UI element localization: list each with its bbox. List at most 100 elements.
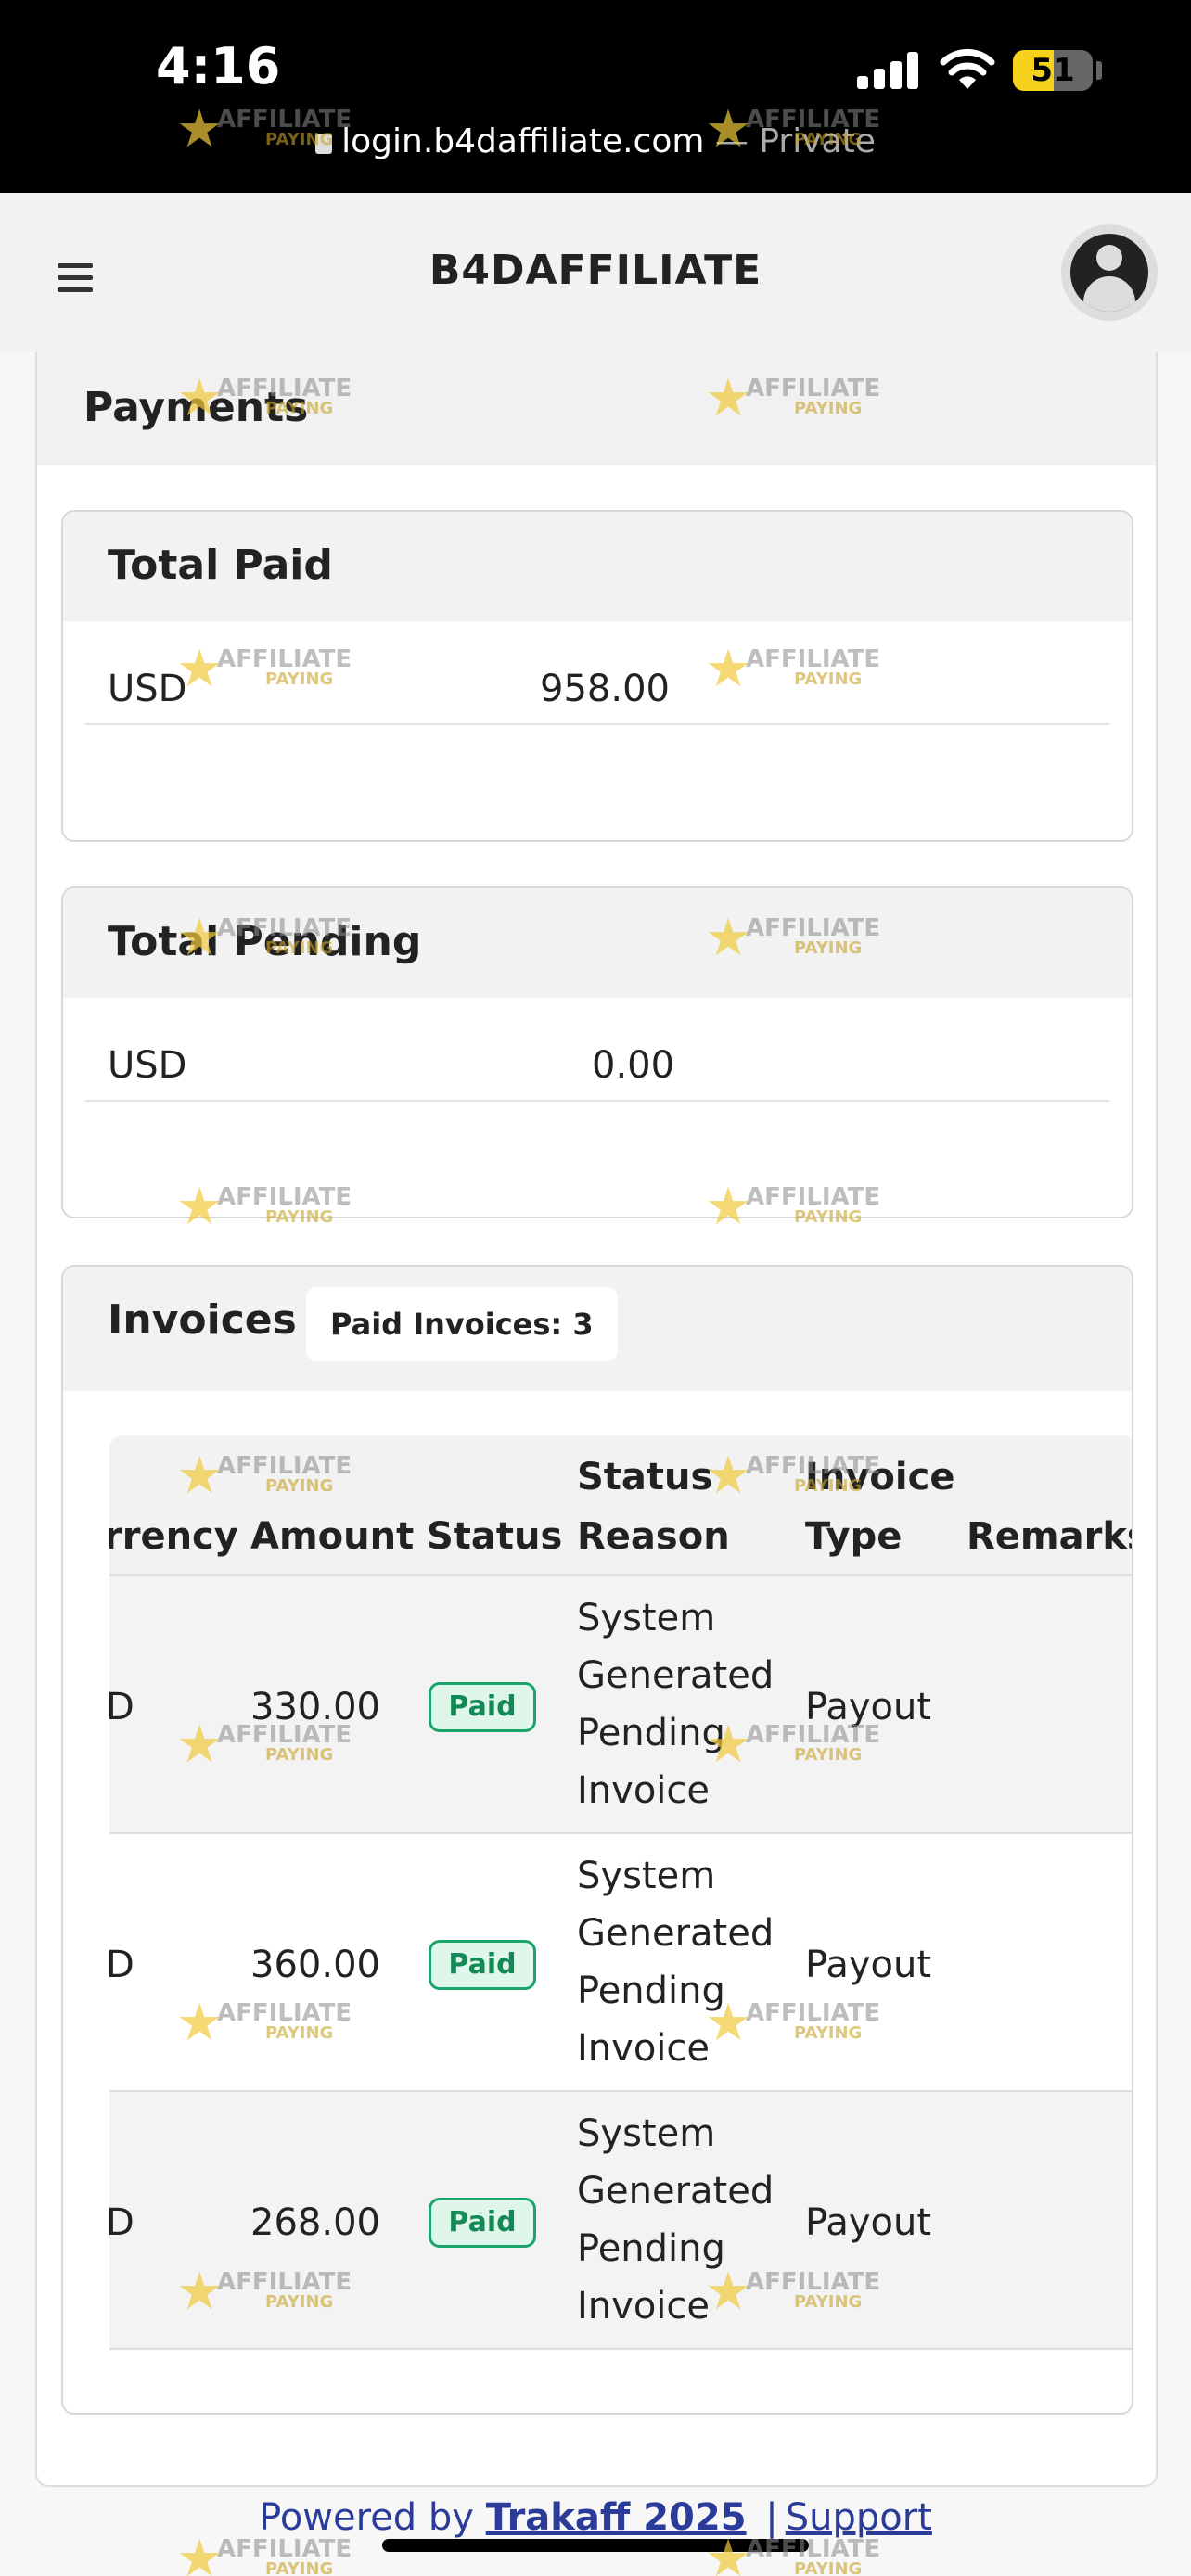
star-icon: ★ — [176, 908, 224, 968]
watermark-logo: ★ AFFILIATE PAYING — [176, 2263, 358, 2320]
star-icon: ★ — [176, 1715, 224, 1775]
watermark-line2: PAYING — [265, 1745, 334, 1765]
row-reason-line: Invoice — [577, 1769, 711, 1812]
row-amount: 360.00 — [250, 1944, 380, 1986]
watermark-logo: ★ AFFILIATE PAYING — [176, 1178, 358, 1235]
star-icon: ★ — [176, 2529, 224, 2576]
table-row: D 330.00 Paid System Generated Pending I… — [109, 1576, 1132, 1834]
col-currency: rrency — [109, 1515, 238, 1558]
watermark-line2: PAYING — [794, 130, 863, 149]
watermark-logo: ★ AFFILIATE PAYING — [176, 100, 358, 158]
row-amount: 268.00 — [250, 2201, 380, 2244]
row-currency: D — [109, 1936, 134, 1994]
invoices-title: Invoices — [108, 1296, 297, 1344]
watermark-line2: PAYING — [265, 130, 334, 149]
status-bar: 4:16 51 login.b4daffiliate.com — Private — [0, 0, 1191, 193]
star-icon: ★ — [705, 2529, 752, 2576]
col-invoice-type-2: Type — [805, 1515, 903, 1558]
watermark-line2: PAYING — [794, 1207, 863, 1227]
watermark-logo: ★ AFFILIATE PAYING — [176, 369, 358, 427]
row-reason-line: System — [577, 1855, 716, 1897]
star-icon: ★ — [176, 368, 224, 428]
total-pending-row: USD 0.00 — [85, 1027, 1109, 1102]
col-status: Status — [427, 1515, 563, 1558]
star-icon: ★ — [705, 99, 752, 159]
watermark-logo: ★ AFFILIATE PAYING — [176, 2530, 358, 2576]
watermark-logo: ★ AFFILIATE PAYING — [705, 2263, 887, 2320]
row-reason-line: Pending — [577, 1712, 725, 1754]
total-paid-currency: USD — [108, 668, 187, 710]
row-type: Payout — [805, 2201, 932, 2244]
col-status-reason-1: Status — [577, 1456, 713, 1498]
watermark-logo: ★ AFFILIATE PAYING — [705, 909, 887, 966]
star-icon: ★ — [705, 368, 752, 428]
status-badge: Paid — [429, 1682, 536, 1732]
watermark-line2: PAYING — [794, 670, 863, 689]
watermark-line2: PAYING — [265, 670, 334, 689]
row-reason-line: Invoice — [577, 2285, 711, 2327]
watermark-line2: PAYING — [265, 1476, 334, 1496]
table-row: D 360.00 Paid System Generated Pending I… — [109, 1834, 1132, 2092]
watermark-line2: PAYING — [794, 1745, 863, 1765]
status-badge: Paid — [429, 2198, 536, 2248]
watermark-line2: PAYING — [265, 2023, 334, 2043]
watermark-line2: PAYING — [265, 938, 334, 958]
watermark-logo: ★ AFFILIATE PAYING — [176, 909, 358, 966]
watermark-line2: PAYING — [794, 2292, 863, 2312]
watermark-logo: ★ AFFILIATE PAYING — [705, 100, 887, 158]
invoices-card: Invoices Paid Invoices: 3 rrency Amount … — [61, 1265, 1133, 2415]
star-icon: ★ — [705, 1177, 752, 1237]
star-icon: ★ — [176, 1177, 224, 1237]
row-currency: D — [109, 1678, 134, 1736]
status-badge: Paid — [429, 1940, 536, 1990]
battery-tip — [1096, 61, 1102, 80]
paid-invoices-badge: Paid Invoices: 3 — [306, 1287, 618, 1361]
brand-title: B4DAFFILIATE — [429, 247, 762, 294]
star-icon: ★ — [705, 908, 752, 968]
app-header: B4DAFFILIATE — [0, 193, 1191, 352]
row-currency: D — [109, 2194, 134, 2251]
invoices-table[interactable]: rrency Amount Status Status Reason Invoi… — [109, 1435, 1133, 2353]
watermark-line2: PAYING — [265, 2559, 334, 2576]
watermark-logo: ★ AFFILIATE PAYING — [176, 640, 358, 697]
watermark-line2: PAYING — [794, 399, 863, 418]
star-icon: ★ — [176, 1993, 224, 2053]
watermark-line2: PAYING — [794, 2559, 863, 2576]
star-icon: ★ — [705, 2262, 752, 2322]
star-icon: ★ — [705, 1446, 752, 1506]
watermark-line2: PAYING — [794, 938, 863, 958]
total-paid-title: Total Paid — [108, 542, 333, 589]
watermark-line2: PAYING — [265, 399, 334, 418]
total-pending-amount: 0.00 — [592, 1044, 675, 1087]
user-icon — [1070, 234, 1148, 312]
row-reason-line: Invoice — [577, 2027, 711, 2070]
watermark-logo: ★ AFFILIATE PAYING — [705, 369, 887, 427]
watermark-line2: PAYING — [265, 1207, 334, 1227]
invoices-header: Invoices Paid Invoices: 3 — [63, 1267, 1132, 1391]
star-icon: ★ — [176, 1446, 224, 1506]
row-reason-line: System — [577, 2112, 716, 2155]
col-remarks: Remarks — [967, 1515, 1133, 1558]
avatar[interactable] — [1061, 224, 1158, 321]
star-icon: ★ — [705, 1993, 752, 2053]
star-icon: ★ — [705, 639, 752, 699]
row-reason-line: Pending — [577, 2227, 725, 2270]
battery-icon: 51 — [1013, 50, 1093, 91]
wifi-icon — [940, 48, 995, 89]
watermark-line2: PAYING — [265, 2292, 334, 2312]
col-amount: Amount — [250, 1515, 415, 1558]
row-reason-line: Generated — [577, 1912, 775, 1955]
total-paid-amount: 958.00 — [540, 668, 670, 710]
row-reason-line: Generated — [577, 2170, 775, 2213]
star-icon: ★ — [705, 1715, 752, 1775]
watermark-line2: PAYING — [794, 2023, 863, 2043]
status-time: 4:16 — [156, 37, 281, 96]
row-reason-line: Pending — [577, 1970, 725, 2012]
watermark-line2: PAYING — [794, 1476, 863, 1496]
watermark-logo: ★ AFFILIATE PAYING — [176, 1994, 358, 2051]
total-pending-currency: USD — [108, 1044, 187, 1087]
row-reason-line: System — [577, 1597, 716, 1639]
row-reason-line: Generated — [577, 1654, 775, 1697]
star-icon: ★ — [176, 99, 224, 159]
watermark-logo: ★ AFFILIATE PAYING — [705, 2530, 887, 2576]
